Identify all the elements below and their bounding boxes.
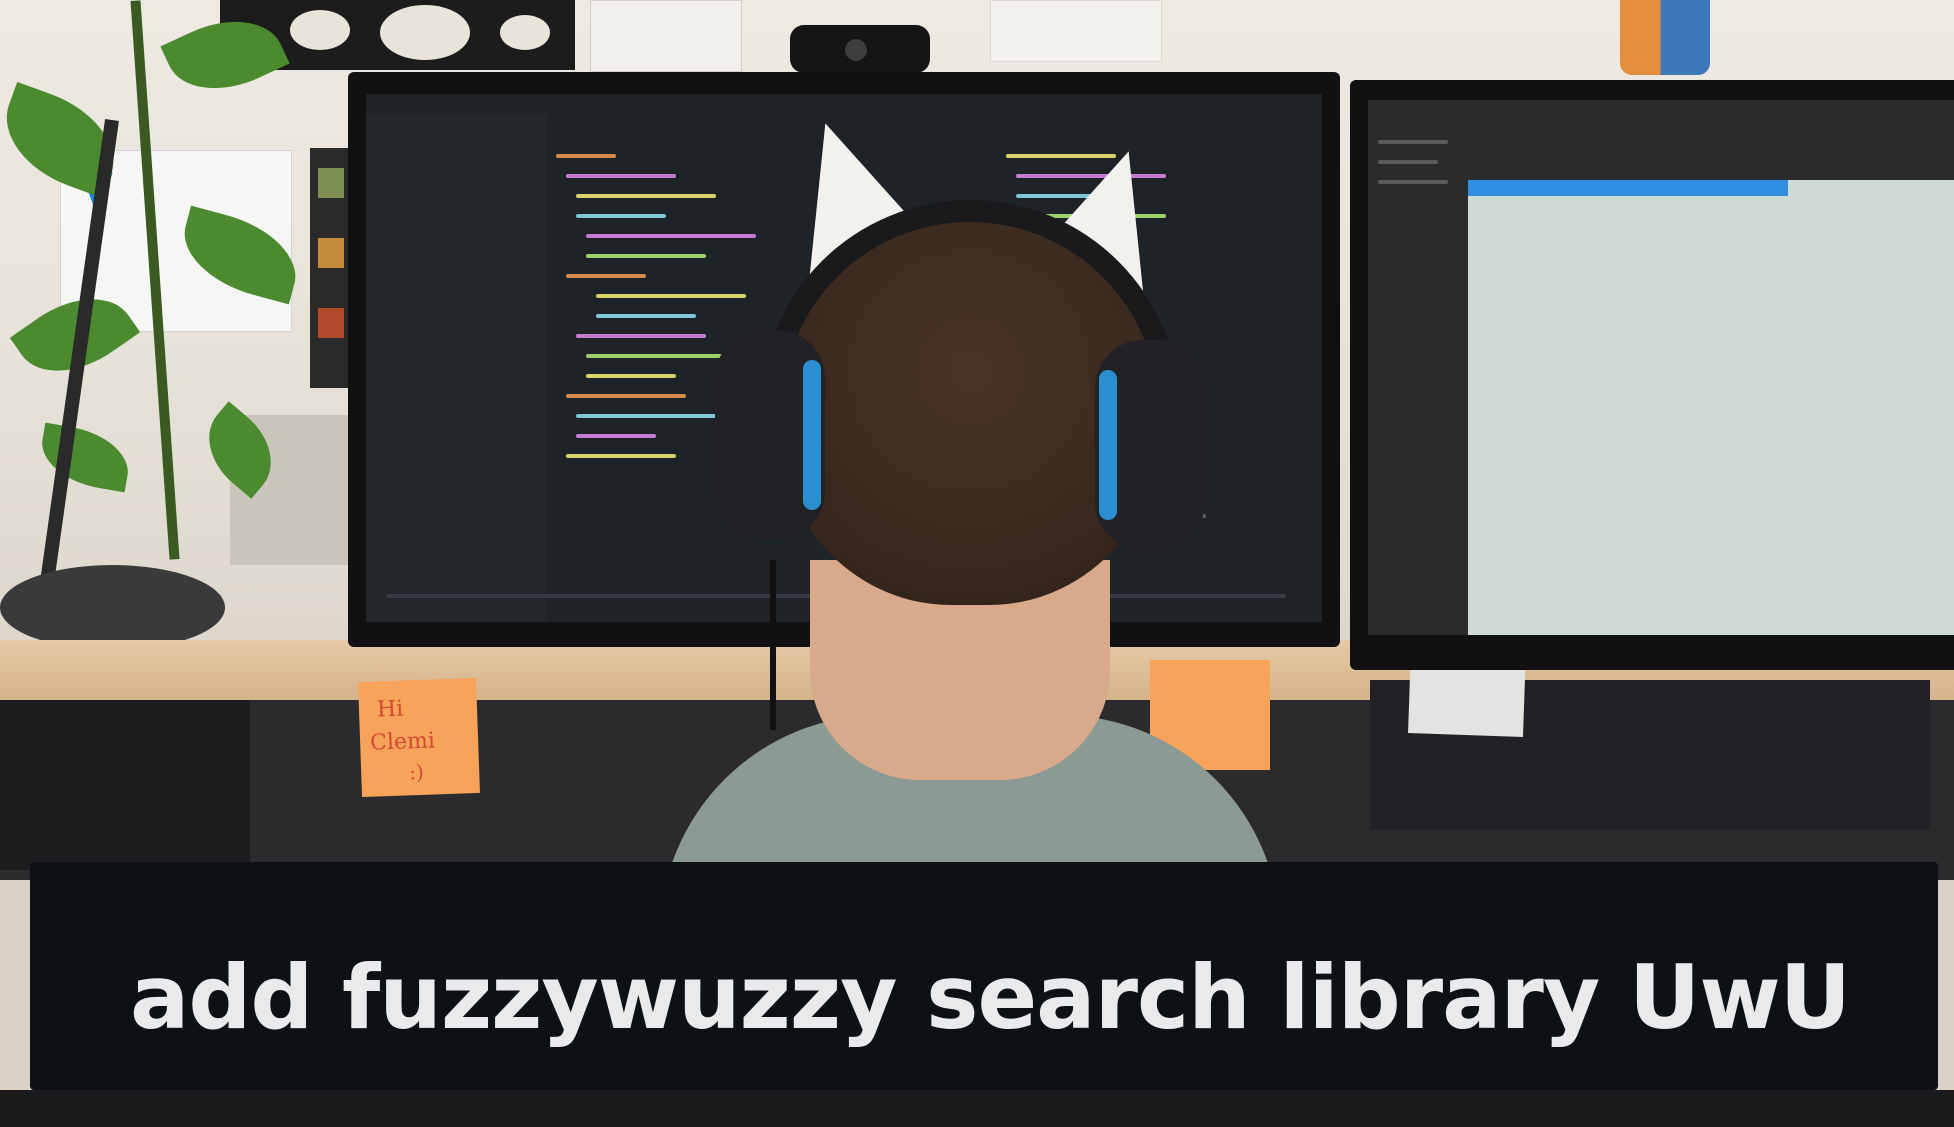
app-panel xyxy=(1468,180,1954,635)
caption-text: add fuzzywuzzy search library UwU xyxy=(130,946,1851,1049)
wall-frame xyxy=(310,148,352,388)
shelf-figurine xyxy=(1620,0,1710,75)
browser-screen xyxy=(1368,100,1954,635)
right-monitor xyxy=(1350,80,1954,670)
headphone-earcup-right xyxy=(1095,340,1205,550)
sticky-note: Hi Clemi :) xyxy=(358,677,480,798)
photo-scene: V Hi Clemi :) xyxy=(0,0,1954,1127)
bottom-edge xyxy=(0,1090,1954,1127)
headphone-cable xyxy=(770,560,776,730)
desk-lamp-base xyxy=(0,565,225,650)
wall-paper xyxy=(590,0,742,72)
webcam xyxy=(790,25,930,73)
headphone-earcup-left xyxy=(715,330,825,540)
app-header xyxy=(1468,180,1788,196)
desk-drawer xyxy=(0,700,250,870)
file-tree xyxy=(366,114,546,622)
wall-paper xyxy=(990,0,1162,62)
